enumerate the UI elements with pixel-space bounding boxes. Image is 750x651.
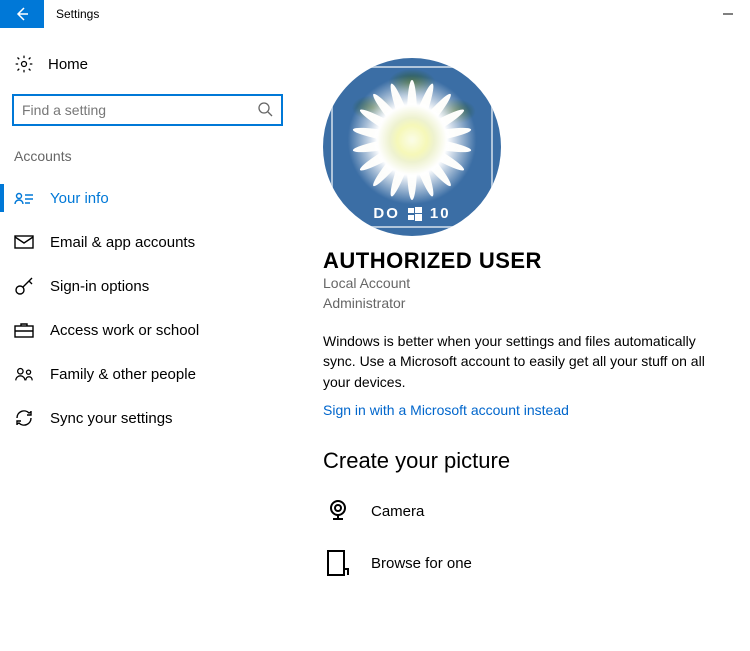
sync-description: Windows is better when your settings and… <box>323 331 723 392</box>
camera-label: Camera <box>371 503 424 520</box>
browse-icon <box>323 548 353 578</box>
sidebar-item-label: Email & app accounts <box>50 234 195 251</box>
account-role: Administrator <box>323 294 726 314</box>
sidebar-item-work[interactable]: Access work or school <box>0 308 295 352</box>
sync-icon <box>14 408 34 428</box>
avatar: DO 10 <box>323 58 501 236</box>
browse-label: Browse for one <box>371 555 472 572</box>
minimize-button[interactable] <box>706 0 750 28</box>
sidebar-item-label: Access work or school <box>50 322 199 339</box>
title-bar: Settings <box>0 0 750 28</box>
home-label: Home <box>48 56 88 73</box>
microsoft-signin-link[interactable]: Sign in with a Microsoft account instead <box>323 402 569 418</box>
sidebar: Home Accounts Your info <box>0 28 295 651</box>
username: AUTHORIZED USER <box>323 248 726 274</box>
account-type: Local Account <box>323 274 726 294</box>
briefcase-icon <box>14 320 34 340</box>
avatar-band: DO 10 <box>323 205 501 222</box>
sidebar-item-sync[interactable]: Sync your settings <box>0 396 295 440</box>
search-input[interactable] <box>22 102 249 118</box>
window-title: Settings <box>44 7 99 21</box>
sidebar-item-your-info[interactable]: Your info <box>0 176 295 220</box>
minimize-icon <box>722 8 734 20</box>
back-arrow-icon <box>14 6 30 22</box>
sidebar-item-label: Your info <box>50 190 109 207</box>
search-icon <box>257 101 273 120</box>
browse-option[interactable]: Browse for one <box>323 548 726 578</box>
sidebar-item-family[interactable]: Family & other people <box>0 352 295 396</box>
back-button[interactable] <box>0 0 44 28</box>
people-icon <box>14 364 34 384</box>
key-icon <box>14 276 34 296</box>
avatar-band-text: 10 <box>430 205 451 222</box>
mail-icon <box>14 232 34 252</box>
person-card-icon <box>14 188 34 208</box>
sidebar-item-label: Sync your settings <box>50 410 173 427</box>
windows-icon <box>408 207 422 221</box>
home-nav[interactable]: Home <box>0 48 295 80</box>
sidebar-item-label: Family & other people <box>50 366 196 383</box>
search-wrap <box>12 94 283 126</box>
search-box[interactable] <box>12 94 283 126</box>
gear-icon <box>14 54 34 74</box>
camera-option[interactable]: Camera <box>323 496 726 526</box>
create-picture-heading: Create your picture <box>323 448 726 474</box>
sidebar-item-label: Sign-in options <box>50 278 149 295</box>
section-label: Accounts <box>0 144 295 176</box>
avatar-band-text: DO <box>373 205 400 222</box>
sidebar-item-signin[interactable]: Sign-in options <box>0 264 295 308</box>
sidebar-item-email[interactable]: Email & app accounts <box>0 220 295 264</box>
main-content: DO 10 AUTHORIZED USER Local Account Admi… <box>295 28 750 651</box>
camera-icon <box>323 496 353 526</box>
